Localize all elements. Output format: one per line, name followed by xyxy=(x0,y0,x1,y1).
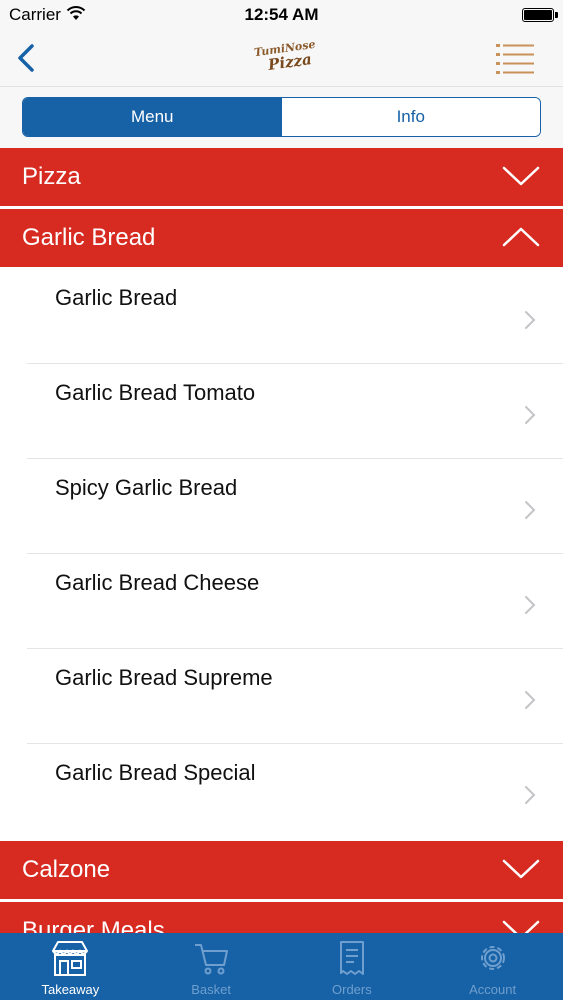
section-title: Garlic Bread xyxy=(22,224,156,251)
chevron-right-icon xyxy=(525,786,536,804)
chevron-right-icon xyxy=(525,691,536,709)
list-menu-icon[interactable] xyxy=(494,42,536,76)
cart-icon xyxy=(195,944,229,975)
tab-label: Account xyxy=(469,982,517,997)
menu-item[interactable]: Garlic Bread Cheese xyxy=(0,554,563,649)
chevron-right-icon xyxy=(525,596,536,614)
tab-orders[interactable]: Orders xyxy=(282,933,423,1000)
chevron-right-icon xyxy=(525,311,536,329)
menu-item-name: Garlic Bread Tomato xyxy=(55,380,256,405)
menu-item-name: Garlic Bread Cheese xyxy=(55,570,260,595)
section-header-garlic-bread[interactable]: Garlic Bread xyxy=(0,209,563,267)
tab-bar: Takeaway Basket Orders Account xyxy=(0,933,563,1000)
chevron-right-icon xyxy=(525,406,536,424)
menu-item-name: Spicy Garlic Bread xyxy=(55,475,238,500)
section-header-pizza[interactable]: Pizza xyxy=(0,148,563,206)
back-chevron-icon[interactable] xyxy=(10,40,44,76)
chevron-down-icon xyxy=(502,859,540,879)
menu-info-segmented-control: Menu Info xyxy=(22,97,541,137)
tab-takeaway[interactable]: Takeaway xyxy=(0,933,141,1000)
storefront-icon xyxy=(52,941,89,976)
section-header-calzone[interactable]: Calzone xyxy=(0,841,563,899)
tab-label: Takeaway xyxy=(41,982,100,997)
tab-label: Basket xyxy=(191,982,231,997)
navigation-bar: TumiNose Pizza xyxy=(0,30,563,86)
menu-item-name: Garlic Bread Special xyxy=(55,760,256,785)
receipt-icon xyxy=(339,941,364,975)
section-title: Pizza xyxy=(22,163,81,190)
chevron-down-icon xyxy=(502,166,540,186)
tab-basket[interactable]: Basket xyxy=(141,933,282,1000)
tab-account[interactable]: Account xyxy=(422,933,563,1000)
status-bar: Carrier 12:54 AM xyxy=(0,0,563,30)
battery-icon xyxy=(522,8,558,22)
app-logo: TumiNose Pizza xyxy=(232,38,332,74)
status-time: 12:54 AM xyxy=(244,5,319,24)
chevron-up-icon xyxy=(502,227,540,247)
menu-item[interactable]: Spicy Garlic Bread xyxy=(0,459,563,554)
tab-label: Orders xyxy=(332,982,372,997)
menu-item-name: Garlic Bread Supreme xyxy=(55,665,273,690)
section-title: Calzone xyxy=(22,856,111,883)
menu-item[interactable]: Garlic Bread xyxy=(0,269,563,364)
menu-item[interactable]: Garlic Bread Special xyxy=(0,744,563,839)
segment-menu[interactable]: Menu xyxy=(23,98,282,136)
chevron-right-icon xyxy=(525,501,536,519)
menu-item[interactable]: Garlic Bread Tomato xyxy=(0,364,563,459)
gear-icon xyxy=(480,946,505,970)
menu-item-name: Garlic Bread xyxy=(55,285,178,310)
segment-info[interactable]: Info xyxy=(281,98,540,136)
segment-area: Menu Info xyxy=(0,86,563,148)
menu-item[interactable]: Garlic Bread Supreme xyxy=(0,649,563,744)
